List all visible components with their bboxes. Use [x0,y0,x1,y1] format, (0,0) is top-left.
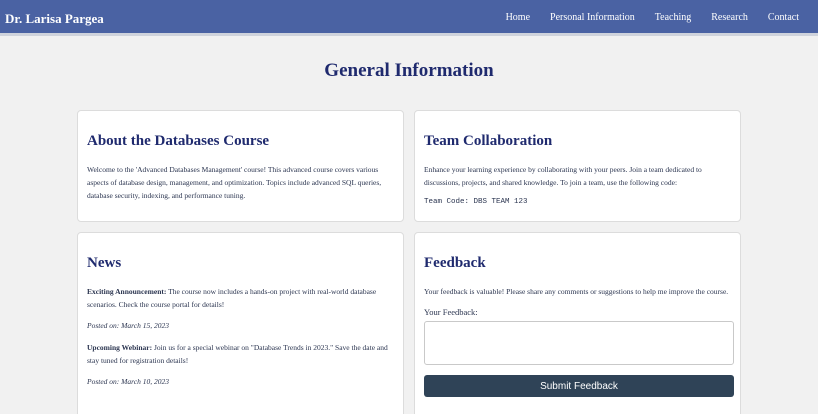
news-title: News [87,255,122,271]
about-course-text: Welcome to the 'Advanced Databases Manag… [87,165,382,200]
team-collaboration-card: Team Collaboration Enhance your learning… [414,110,741,222]
nav-personal-information-link[interactable]: Personal Information [550,12,635,23]
news-card: News Exciting Announcement: The course n… [77,232,404,414]
team-collaboration-text: Enhance your learning experience by coll… [424,165,702,187]
about-course-title: About the Databases Course [87,133,270,149]
news-item-date: Posted on: March 10, 2023 [87,377,170,386]
news-item-text: Exciting Announcement: The course now in… [87,285,394,311]
nav-research-link[interactable]: Research [711,12,748,23]
about-course-card: About the Databases Course Welcome to th… [77,110,404,222]
news-item: Exciting Announcement: The course now in… [87,285,394,332]
news-item-heading: Upcoming Webinar: [87,343,153,352]
team-collaboration-title: Team Collaboration [424,133,553,149]
news-item-date: Posted on: March 15, 2023 [87,321,170,330]
page-title: General Information [324,60,494,81]
nav-contact-link[interactable]: Contact [768,12,799,23]
news-item-text: Upcoming Webinar: Join us for a special … [87,341,394,367]
feedback-label: Your Feedback: [424,307,478,317]
nav-home-link[interactable]: Home [506,12,530,23]
submit-feedback-button[interactable]: Submit Feedback [424,375,734,397]
feedback-card: Feedback Your feedback is valuable! Plea… [414,232,741,414]
feedback-title: Feedback [424,255,486,271]
news-item: Upcoming Webinar: Join us for a special … [87,341,394,388]
feedback-text: Your feedback is valuable! Please share … [424,287,729,296]
top-navbar: Dr. Larisa Pargea Home Personal Informat… [0,0,818,36]
main-nav: Home Personal Information Teaching Resea… [506,12,799,23]
feedback-textarea[interactable] [424,321,734,365]
site-brand[interactable]: Dr. Larisa Pargea [5,11,104,27]
nav-teaching-link[interactable]: Teaching [655,12,692,23]
news-item-heading: Exciting Announcement: [87,287,167,296]
team-code: Team Code: DBS TEAM 123 [424,198,528,206]
